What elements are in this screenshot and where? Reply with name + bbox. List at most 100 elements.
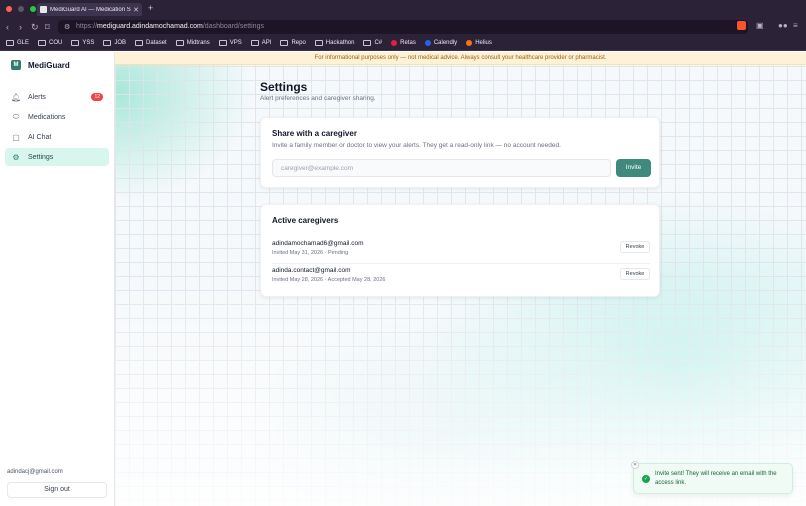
alerts-count-badge: 12 bbox=[91, 93, 103, 101]
card-description: Invite a family member or doctor to view… bbox=[272, 142, 561, 149]
invite-button[interactable]: Invite bbox=[616, 159, 651, 177]
sidebar-nav: 🔔︎ Alerts 12 ⬭ Medications ▢ AI Chat ⚙ S… bbox=[5, 88, 109, 168]
bookmark-label: GLE bbox=[17, 40, 30, 46]
sign-out-button[interactable]: Sign out bbox=[7, 482, 107, 498]
sidebar-item-settings[interactable]: ⚙ Settings bbox=[5, 148, 109, 166]
caregiver-email: adindamochamad6@gmail.com bbox=[272, 240, 364, 247]
sidebar-item-label: AI Chat bbox=[28, 133, 52, 141]
bookmark-label: Repo bbox=[291, 40, 306, 46]
url-text: https://mediguard.adindamochamad.com/das… bbox=[76, 23, 264, 30]
folder-icon bbox=[280, 40, 289, 46]
bookmark-item[interactable]: Retas bbox=[391, 40, 416, 46]
tab-favicon-icon bbox=[40, 6, 47, 13]
revoke-button[interactable]: Revoke bbox=[620, 241, 650, 253]
bookmarks-bar: GLE COU YSS JOB Dataset Midtrans VPS API Repo Hac… bbox=[0, 36, 806, 51]
toast-notification: ✕ ✓ Invite sent! They will receive an em… bbox=[631, 461, 793, 494]
close-icon[interactable]: ✕ bbox=[631, 461, 639, 469]
folder-icon bbox=[218, 40, 227, 46]
page-title: Settings bbox=[260, 80, 308, 94]
gear-icon: ⚙ bbox=[12, 152, 20, 162]
bookmark-item[interactable]: VPS bbox=[218, 40, 242, 46]
revoke-button[interactable]: Revoke bbox=[620, 268, 650, 280]
sidebar-item-label: Medications bbox=[28, 113, 66, 121]
folder-icon bbox=[250, 40, 259, 46]
forward-icon[interactable]: › bbox=[19, 21, 22, 33]
site-info-icon[interactable]: ⚙ bbox=[64, 23, 70, 31]
bookmark-item[interactable]: Repo bbox=[280, 40, 306, 46]
bookmark-item[interactable]: C# bbox=[363, 40, 382, 46]
bookmark-item[interactable]: Midtrans bbox=[175, 40, 210, 46]
extensions-icon[interactable]: ●● bbox=[778, 21, 788, 30]
bookmark-item[interactable]: Dataset bbox=[135, 40, 167, 46]
folder-icon bbox=[71, 40, 80, 46]
retas-icon bbox=[391, 40, 398, 46]
window-close-button[interactable] bbox=[6, 6, 12, 12]
brand[interactable]: M MediGuard bbox=[11, 60, 70, 70]
bookmark-item[interactable]: COU bbox=[38, 40, 62, 46]
bookmark-item[interactable]: JOB bbox=[103, 40, 126, 46]
folder-icon bbox=[135, 40, 144, 46]
bookmark-label: Hackathon bbox=[325, 40, 355, 46]
reload-icon[interactable]: ↻ bbox=[31, 21, 39, 33]
bookmark-label: YSS bbox=[82, 40, 95, 46]
bookmark-label: Calendly bbox=[433, 40, 458, 46]
active-caregivers-card: Active caregivers adindamochamad6@gmail.… bbox=[260, 204, 660, 297]
bookmark-item[interactable]: API bbox=[250, 40, 272, 46]
browser-toolbar: ‹ › ↻ ⌑ ⚙ https://mediguard.adindamocham… bbox=[0, 18, 806, 36]
bookmark-item[interactable]: Helius bbox=[466, 40, 492, 46]
back-icon[interactable]: ‹ bbox=[6, 21, 9, 33]
bookmark-icon[interactable]: ⌑ bbox=[45, 21, 50, 33]
check-circle-icon: ✓ bbox=[642, 475, 650, 483]
tab-title: MediGuard AI — Medication S… bbox=[50, 6, 132, 13]
bookmark-item[interactable]: Hackathon bbox=[314, 40, 355, 46]
toast-message: Invite sent! They will receive an email … bbox=[655, 471, 777, 486]
sidebar-item-medications[interactable]: ⬭ Medications bbox=[5, 108, 109, 126]
folder-icon bbox=[175, 40, 184, 46]
bookmark-label: Helius bbox=[475, 40, 492, 46]
card-title: Share with a caregiver bbox=[272, 129, 357, 138]
pill-icon: ⬭ bbox=[12, 112, 20, 121]
user-email: adindacj@gmail.com bbox=[7, 469, 63, 475]
helius-icon bbox=[466, 40, 473, 46]
caregiver-status: Invited May 31, 2026 · Pending bbox=[272, 250, 349, 256]
list-item: adinda.contact@gmail.com Invited May 28,… bbox=[272, 265, 650, 291]
page-subtitle: Alert preferences and caregiver sharing. bbox=[260, 95, 376, 102]
new-tab-icon[interactable]: + bbox=[148, 3, 153, 13]
menu-icon[interactable]: ≡ bbox=[793, 21, 798, 30]
caregiver-email-input[interactable] bbox=[272, 159, 611, 177]
sidebar-item-label: Alerts bbox=[28, 93, 46, 101]
browser-tab-active[interactable]: MediGuard AI — Medication S… ✕ bbox=[37, 3, 142, 16]
sidebar-item-alerts[interactable]: 🔔︎ Alerts 12 bbox=[5, 88, 109, 106]
bookmark-label: VPS bbox=[229, 40, 242, 46]
tab-close-icon[interactable]: ✕ bbox=[133, 6, 139, 14]
bookmark-label: JOB bbox=[114, 40, 127, 46]
folder-icon bbox=[6, 40, 14, 46]
folder-icon bbox=[314, 40, 323, 46]
brave-shield-icon[interactable] bbox=[737, 21, 746, 30]
bookmark-item[interactable]: GLE bbox=[6, 40, 29, 46]
bookmark-item[interactable]: YSS bbox=[71, 40, 94, 46]
caregiver-status: Invited May 28, 2026 · Accepted May 28, … bbox=[272, 277, 386, 283]
main-content: For informational purposes only — not me… bbox=[115, 52, 806, 506]
browser-tab-strip: MediGuard AI — Medication S… ✕ + bbox=[0, 0, 806, 18]
bookmark-label: Midtrans bbox=[186, 40, 210, 46]
caregiver-email: adinda.contact@gmail.com bbox=[272, 267, 351, 274]
bookmark-item[interactable]: Calendly bbox=[424, 40, 458, 46]
folder-icon bbox=[38, 40, 47, 46]
chat-icon: ▢ bbox=[12, 132, 20, 142]
sidebar-toggle-icon[interactable]: ▣ bbox=[756, 21, 764, 30]
sidebar-item-ai-chat[interactable]: ▢ AI Chat bbox=[5, 128, 109, 146]
address-bar[interactable]: ⚙ https://mediguard.adindamochamad.com/d… bbox=[58, 20, 748, 34]
list-item: adindamochamad6@gmail.com Invited May 31… bbox=[272, 238, 650, 264]
folder-icon bbox=[103, 40, 112, 46]
bookmark-label: Retas bbox=[400, 40, 416, 46]
bell-icon: 🔔︎ bbox=[11, 92, 22, 102]
window-zoom-button[interactable] bbox=[30, 6, 36, 12]
disclaimer-banner: For informational purposes only — not me… bbox=[115, 52, 806, 65]
window-minimize-button[interactable] bbox=[18, 6, 24, 12]
calendly-icon bbox=[424, 40, 431, 46]
share-caregiver-card: Share with a caregiver Invite a family m… bbox=[260, 117, 660, 188]
bookmark-label: COU bbox=[49, 40, 63, 46]
bookmark-label: Dataset bbox=[146, 40, 167, 46]
bookmark-label: API bbox=[261, 40, 272, 46]
